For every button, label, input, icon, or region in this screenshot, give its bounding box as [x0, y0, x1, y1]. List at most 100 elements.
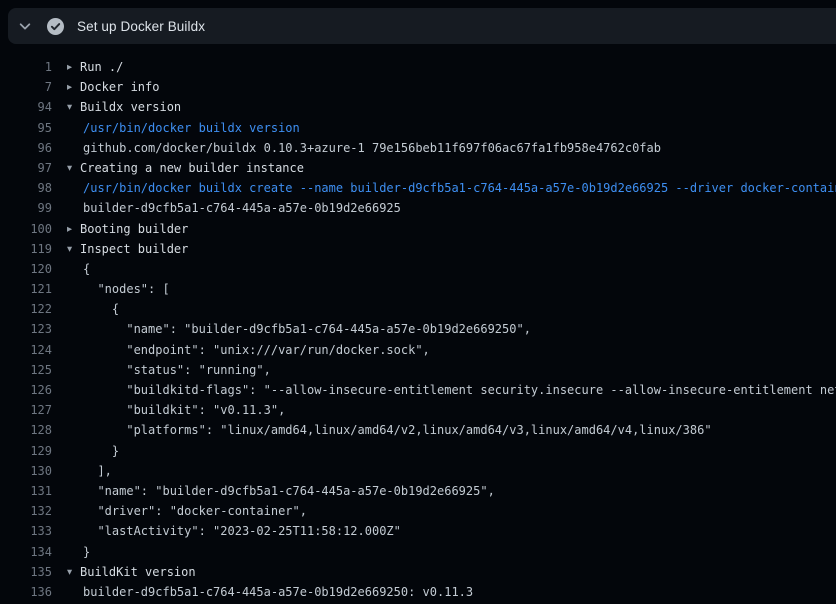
chevron-collapsed-icon: ▶ [67, 58, 80, 78]
log-output-text: "nodes": [ [67, 279, 170, 299]
chevron-down-icon[interactable] [18, 19, 32, 33]
log-group-toggle[interactable]: ▼Buildx version [67, 97, 181, 117]
line-number[interactable]: 1 [0, 57, 52, 77]
log-line: 122 { [0, 299, 836, 319]
log-line: 128 "platforms": "linux/amd64,linux/amd6… [0, 420, 836, 440]
line-number[interactable]: 120 [0, 259, 52, 279]
line-number[interactable]: 131 [0, 481, 52, 501]
check-circle-icon [47, 18, 64, 35]
log-output-text: builder-d9cfb5a1-c764-445a-a57e-0b19d2e6… [67, 582, 473, 602]
group-title: Run ./ [80, 60, 123, 74]
log-output-text: builder-d9cfb5a1-c764-445a-a57e-0b19d2e6… [67, 198, 401, 218]
log-output-text: ], [67, 461, 112, 481]
log-line: 95/usr/bin/docker buildx version [0, 118, 836, 138]
log-line: 119 ▼Inspect builder [0, 239, 836, 259]
log-line: 133 "lastActivity": "2023-02-25T11:58:12… [0, 521, 836, 541]
log-output-text: "platforms": "linux/amd64,linux/amd64/v2… [67, 420, 712, 440]
line-number[interactable]: 123 [0, 319, 52, 339]
log-line: 123 "name": "builder-d9cfb5a1-c764-445a-… [0, 319, 836, 339]
log-line: 132 "driver": "docker-container", [0, 501, 836, 521]
group-title: Inspect builder [80, 242, 188, 256]
log-line: 7 ▶Docker info [0, 77, 836, 97]
log-output-text: { [67, 299, 119, 319]
line-number[interactable]: 96 [0, 138, 52, 158]
log-output-text: "status": "running", [67, 360, 271, 380]
log-output-text: { [67, 259, 90, 279]
log-line: 97 ▼Creating a new builder instance [0, 158, 836, 178]
log-command-text: /usr/bin/docker buildx create --name bui… [67, 178, 836, 198]
group-title: BuildKit version [80, 565, 196, 579]
log-group-toggle[interactable]: ▶Docker info [67, 77, 159, 97]
log-output-text: } [67, 542, 90, 562]
line-number[interactable]: 133 [0, 521, 52, 541]
line-number[interactable]: 94 [0, 97, 52, 117]
log-output-text: "buildkit": "v0.11.3", [67, 400, 285, 420]
log-line: 94 ▼Buildx version [0, 97, 836, 117]
line-number[interactable]: 136 [0, 582, 52, 602]
chevron-expanded-icon: ▼ [67, 562, 80, 582]
log-line: 130 ], [0, 461, 836, 481]
line-number[interactable]: 134 [0, 542, 52, 562]
log-line: 121 "nodes": [ [0, 279, 836, 299]
chevron-expanded-icon: ▼ [67, 98, 80, 118]
log-line: 99 builder-d9cfb5a1-c764-445a-a57e-0b19d2… [0, 198, 836, 218]
step-title: Set up Docker Buildx [77, 19, 205, 34]
step-header[interactable]: Set up Docker Buildx [8, 8, 836, 44]
chevron-expanded-icon: ▼ [67, 158, 80, 178]
group-title: Creating a new builder instance [80, 161, 304, 175]
line-number[interactable]: 135 [0, 562, 52, 582]
log-output-text: "name": "builder-d9cfb5a1-c764-445a-a57e… [67, 319, 531, 339]
log-group-toggle[interactable]: ▶Booting builder [67, 219, 188, 239]
line-number[interactable]: 119 [0, 239, 52, 259]
log-group-toggle[interactable]: ▶Run ./ [67, 57, 123, 77]
line-number[interactable]: 100 [0, 219, 52, 239]
line-number[interactable]: 122 [0, 299, 52, 319]
log-line: 124 "endpoint": "unix:///var/run/docker.… [0, 340, 836, 360]
log-line: 131 "name": "builder-d9cfb5a1-c764-445a-… [0, 481, 836, 501]
line-number[interactable]: 132 [0, 501, 52, 521]
log-group-toggle[interactable]: ▼Inspect builder [67, 239, 188, 259]
group-title: Booting builder [80, 222, 188, 236]
chevron-expanded-icon: ▼ [67, 239, 80, 259]
line-number[interactable]: 127 [0, 400, 52, 420]
line-number[interactable]: 124 [0, 340, 52, 360]
line-number[interactable]: 130 [0, 461, 52, 481]
group-title: Buildx version [80, 100, 181, 114]
log-output-text: } [67, 441, 119, 461]
log-command-text: /usr/bin/docker buildx version [67, 118, 300, 138]
log-output-text: "buildkitd-flags": "--allow-insecure-ent… [67, 380, 836, 400]
log-line: 98/usr/bin/docker buildx create --name b… [0, 178, 836, 198]
log-group-toggle[interactable]: ▼Creating a new builder instance [67, 158, 304, 178]
log-output-text: "driver": "docker-container", [67, 501, 307, 521]
chevron-collapsed-icon: ▶ [67, 219, 80, 239]
line-number[interactable]: 121 [0, 279, 52, 299]
log-lines: 1▶Run ./7▶Docker info94▼Buildx version95… [0, 57, 836, 602]
line-number[interactable]: 98 [0, 178, 52, 198]
line-number[interactable]: 99 [0, 198, 52, 218]
line-number[interactable]: 129 [0, 441, 52, 461]
line-number[interactable]: 95 [0, 118, 52, 138]
line-number[interactable]: 7 [0, 77, 52, 97]
log-line: 120 { [0, 259, 836, 279]
log-line: 100 ▶Booting builder [0, 219, 836, 239]
log-line: 126 "buildkitd-flags": "--allow-insecure… [0, 380, 836, 400]
group-title: Docker info [80, 80, 159, 94]
log-line: 127 "buildkit": "v0.11.3", [0, 400, 836, 420]
log-line: 134} [0, 542, 836, 562]
log-output-text: "name": "builder-d9cfb5a1-c764-445a-a57e… [67, 481, 495, 501]
chevron-collapsed-icon: ▶ [67, 78, 80, 98]
line-number[interactable]: 126 [0, 380, 52, 400]
log-output-text: github.com/docker/buildx 0.10.3+azure-1 … [67, 138, 661, 158]
line-number[interactable]: 125 [0, 360, 52, 380]
log-line: 96 github.com/docker/buildx 0.10.3+azure-… [0, 138, 836, 158]
log-line: 136 builder-d9cfb5a1-c764-445a-a57e-0b19d… [0, 582, 836, 602]
log-line: 135 ▼BuildKit version [0, 562, 836, 582]
log-output-text: "lastActivity": "2023-02-25T11:58:12.000… [67, 521, 401, 541]
log-output-text: "endpoint": "unix:///var/run/docker.sock… [67, 340, 430, 360]
line-number[interactable]: 128 [0, 420, 52, 440]
log-line: 129 } [0, 441, 836, 461]
line-number[interactable]: 97 [0, 158, 52, 178]
log-line: 1 ▶Run ./ [0, 57, 836, 77]
log-group-toggle[interactable]: ▼BuildKit version [67, 562, 196, 582]
log-line: 125 "status": "running", [0, 360, 836, 380]
